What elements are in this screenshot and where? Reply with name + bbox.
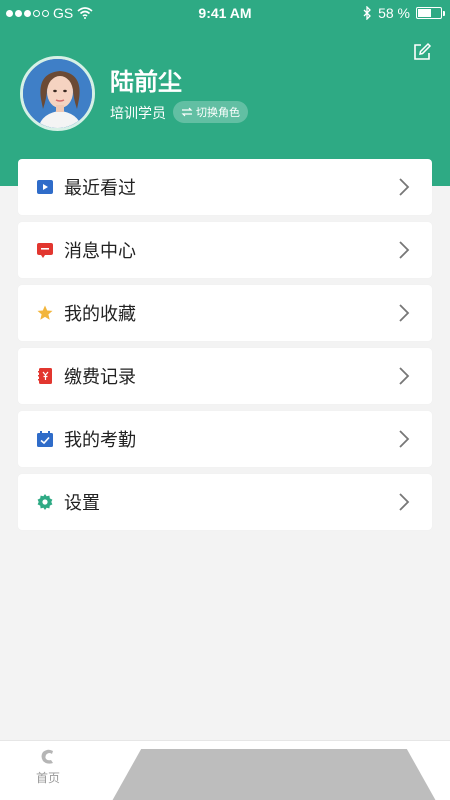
menu-list: 最近看过 消息中心 我的收藏 缴费记录 我的考勤 设置 [18,159,432,537]
chevron-right-icon [399,430,410,448]
calendar-check-icon [36,430,54,448]
chevron-right-icon [399,304,410,322]
star-icon [36,304,54,322]
menu-label: 消息中心 [64,241,136,262]
battery-icon [416,7,445,19]
menu-label: 最近看过 [64,178,136,199]
menu-item-settings[interactable]: 设置 [18,474,432,530]
chevron-right-icon [399,178,410,196]
payment-record-icon [36,367,54,385]
chevron-right-icon [399,493,410,511]
menu-label: 我的考勤 [64,430,136,451]
menu-item-payments[interactable]: 缴费记录 [18,348,432,404]
menu-item-messages[interactable]: 消息中心 [18,222,432,278]
tab-bar: 首页 [0,740,450,800]
battery-fill [418,9,431,17]
battery-percent: 58 % [378,5,410,21]
avatar[interactable] [20,56,95,131]
switch-role-button[interactable]: 切换角色 [173,101,248,123]
menu-label: 缴费记录 [64,367,136,388]
message-icon [36,241,54,259]
gear-icon [36,493,54,511]
menu-item-favorites[interactable]: 我的收藏 [18,285,432,341]
tab-home-label: 首页 [35,771,60,785]
profile-name: 陆前尘 [110,68,182,96]
home-logo-icon [41,749,53,764]
recent-video-icon [36,178,54,196]
menu-label: 设置 [64,493,100,514]
chevron-right-icon [399,241,410,259]
menu-item-attendance[interactable]: 我的考勤 [18,411,432,467]
switch-role-label: 切换角色 [196,106,240,119]
bluetooth-icon [363,6,371,20]
chevron-right-icon [399,367,410,385]
swap-icon [181,107,193,117]
status-bar: GS 9:41 AM 58 % [0,0,450,26]
menu-item-recent[interactable]: 最近看过 [18,159,432,215]
status-right: 58 % [362,5,445,21]
tab-home[interactable]: 首页 [28,747,68,786]
tab-center-decoration [112,749,436,800]
edit-profile-icon[interactable] [412,42,432,62]
menu-label: 我的收藏 [64,304,136,325]
profile-role: 培训学员 [110,106,166,122]
